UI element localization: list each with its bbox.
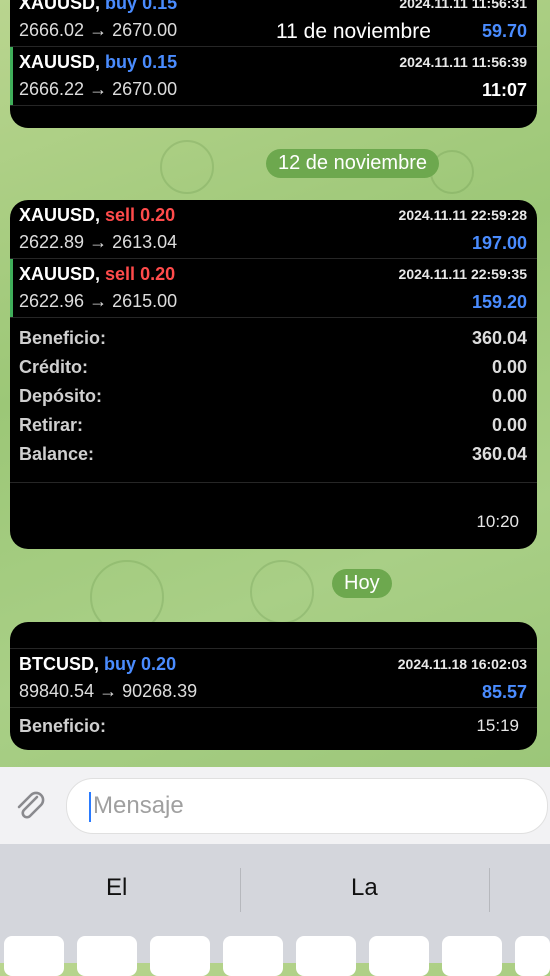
trade-row: XAUUSD, sell 0.20 2024.11.11 22:59:28 26… [10,200,537,259]
side-text: buy [105,52,138,72]
keyboard-key[interactable] [150,936,210,976]
trade-prices: 2622.89 → 2613.04 [19,232,178,252]
trade-date: 2024.11.11 11:56:31 [399,0,527,11]
symbol-text: XAUUSD, [19,205,101,225]
floating-date-header: 11 de noviembre [276,20,431,43]
summary-row: Retirar: 0.00 [10,411,537,440]
summary-row: Depósito: 0.00 [10,382,537,411]
trade-row: BTCUSD, buy 0.20 2024.11.18 16:02:03 898… [10,649,537,708]
summary-row: Balance: 360.04 [10,440,537,469]
paperclip-icon[interactable] [10,785,50,825]
summary-row: Beneficio: 360.04 [10,324,537,353]
trade-symbol: XAUUSD, sell 0.20 [19,264,175,285]
summary-value: 0.00 [491,357,527,377]
wallpaper-doodle [250,560,314,624]
trade-date: 2024.11.11 22:59:28 [398,207,527,223]
summary-label: Crédito: [19,357,88,377]
trade-date: 2024.11.18 16:02:03 [397,656,527,672]
trade-profit: 59.70 [481,21,527,41]
trade-row: XAUUSD, sell 0.20 2024.11.11 22:59:35 26… [10,259,537,318]
lot-text: 0.15 [142,52,178,72]
keyboard: El La [0,844,550,976]
message-placeholder: Mensaje [93,792,184,819]
summary-label: Depósito: [19,386,102,406]
keyboard-key[interactable] [369,936,429,976]
trade-prices: 2666.02 → 2670.00 [19,20,178,40]
bubble-header-strip [10,622,537,649]
trade-prices: 89840.54 → 90268.39 [19,681,198,701]
trade-row: XAUUSD, buy 0.15 2024.11.11 11:56:39 266… [10,47,537,106]
summary-label: Balance: [19,444,95,464]
side-text: sell [105,264,136,284]
trade-row: XAUUSD, buy 0.15 2024.11.11 11:56:31 266… [10,0,537,47]
suggestion-divider [489,868,490,912]
keyboard-key[interactable] [77,936,137,976]
trade-side: sell 0.20 [105,264,175,284]
message-bubble-3[interactable]: BTCUSD, buy 0.20 2024.11.18 16:02:03 898… [10,622,537,750]
date-separator: Hoy [332,569,392,598]
trade-date: 2024.11.11 11:56:39 [399,54,527,70]
keyboard-key[interactable] [4,936,64,976]
symbol-text: XAUUSD, [19,264,101,284]
symbol-text: XAUUSD, [19,52,101,72]
trade-side: buy 0.15 [105,52,177,72]
keyboard-key[interactable] [442,936,502,976]
lot-text: 0.20 [140,264,176,284]
accent-bar [10,259,13,317]
trade-date: 2024.11.11 22:59:35 [398,266,527,282]
summary-value: 360.04 [471,444,527,464]
summary-value: 0.00 [491,386,527,406]
text-cursor [89,792,91,822]
suggestion-1[interactable]: El [106,874,127,902]
message-bubble-1[interactable]: XAUUSD, buy 0.15 2024.11.11 11:56:31 266… [10,0,537,128]
trade-symbol: XAUUSD, buy 0.15 [19,52,177,73]
lot-text: 0.20 [141,654,177,674]
divider [10,482,537,483]
accent-bar [10,47,13,105]
trade-side: sell 0.20 [105,205,175,225]
message-input-bar: Mensaje [0,767,550,844]
summary-row: Crédito: 0.00 [10,353,537,382]
message-time: 15:19 [476,716,519,735]
trade-symbol: XAUUSD, buy 0.15 [19,0,177,14]
trade-profit: 85.57 [481,682,527,702]
keyboard-key[interactable] [296,936,356,976]
symbol-text: BTCUSD, [19,654,99,674]
trade-side: buy 0.15 [105,0,177,13]
summary-value: 360.04 [471,328,527,348]
trade-symbol: XAUUSD, sell 0.20 [19,205,175,226]
message-bubble-2[interactable]: XAUUSD, sell 0.20 2024.11.11 22:59:28 26… [10,200,537,549]
side-text: buy [105,0,138,13]
side-text: buy [104,654,137,674]
wallpaper-doodle [160,140,214,194]
trade-profit: 11:07 [481,80,527,100]
keyboard-key[interactable] [223,936,283,976]
summary-label: Retirar: [19,415,84,435]
trade-prices: 2666.22 → 2670.00 [19,79,178,99]
message-time: 10:20 [476,512,519,531]
suggestion-divider [240,868,241,912]
summary-value: 0.00 [491,415,527,435]
lot-text: 0.20 [140,205,176,225]
side-text: sell [105,205,136,225]
trade-prices: 2622.96 → 2615.00 [19,291,178,311]
keyboard-key[interactable] [515,936,550,976]
trade-profit: 159.20 [471,292,527,312]
suggestion-2[interactable]: La [351,874,378,902]
partial-summary-label: Beneficio: [19,716,107,736]
trade-side: buy 0.20 [104,654,176,674]
summary-label: Beneficio: [19,328,107,348]
date-separator: 12 de noviembre [266,149,439,178]
trade-profit: 197.00 [471,233,527,253]
message-input[interactable]: Mensaje [66,778,548,834]
trade-symbol: BTCUSD, buy 0.20 [19,654,176,675]
symbol-text: XAUUSD, [19,0,101,13]
summary-block: Beneficio: 360.04 Crédito: 0.00 Depósito: 0… [10,318,537,469]
lot-text: 0.15 [142,0,178,13]
